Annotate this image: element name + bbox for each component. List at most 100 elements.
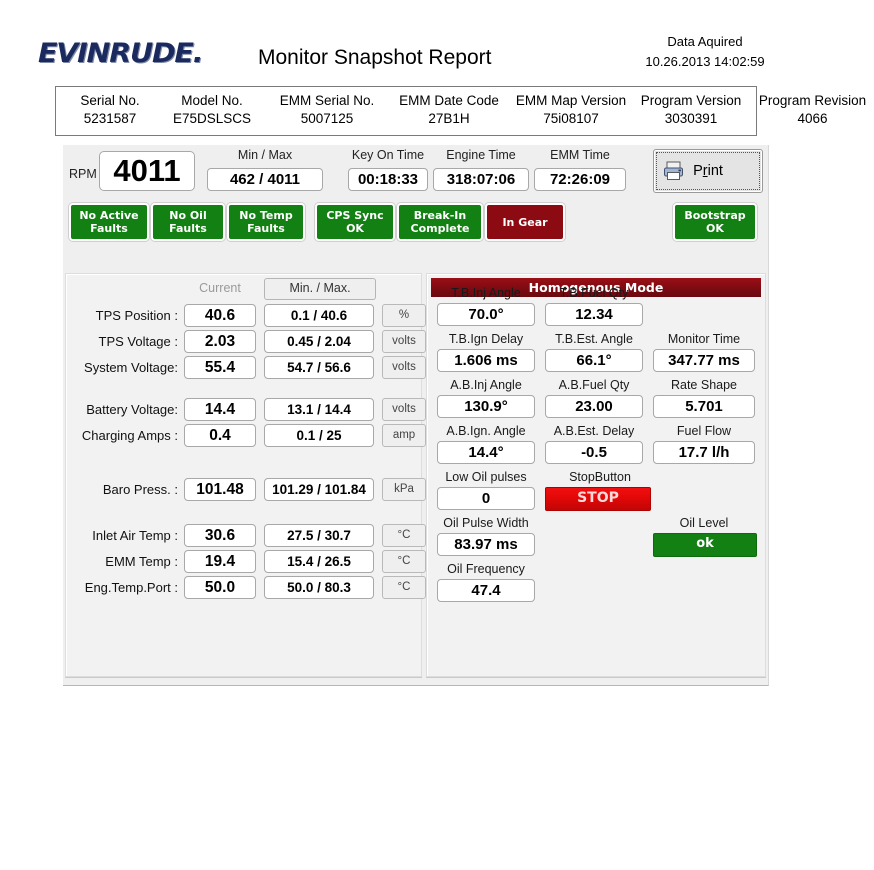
status-button-label: Bootstrap OK [684, 209, 745, 235]
mode-field-caption: Oil Frequency [447, 562, 525, 576]
parameter-unit: °C [382, 550, 426, 573]
status-button-label: No Active Faults [79, 209, 138, 235]
mode-field-value: 130.9° [437, 395, 535, 418]
parameter-unit: % [382, 304, 426, 327]
emm-time-caption: EMM Time [550, 148, 610, 162]
status-button-line2: Faults [247, 222, 285, 235]
status-button-line1: Bootstrap [684, 209, 746, 222]
parameter-minmax-value: 13.1 / 14.4 [264, 398, 374, 421]
status-button-label: No Oil Faults [169, 209, 207, 235]
status-button-line2: Faults [169, 222, 207, 235]
report-page: EVINRUDE. Monitor Snapshot Report Data A… [30, 20, 866, 700]
status-button-bootstrap[interactable]: Bootstrap OK [673, 203, 757, 241]
parameter-row: TPS Position : 40.6 0.1 / 40.6% [66, 304, 426, 329]
serial-column-value: 5007125 [300, 111, 354, 126]
status-button-label: Break-In Complete [411, 209, 470, 235]
parameter-minmax-value: 15.4 / 26.5 [264, 550, 374, 573]
mode-field-value: 14.4° [437, 441, 535, 464]
parameter-unit: kPa [382, 478, 426, 501]
mode-field-caption: Fuel Flow [676, 424, 732, 438]
stop-button[interactable]: STOP [545, 487, 651, 511]
mode-field-caption: T.B.Est. Angle [555, 332, 633, 346]
parameter-row: TPS Voltage : 2.03 0.45 / 2.04 volts [66, 330, 426, 355]
engine-parameters-panel: Current Min. / Max. TPS Position : 40.6 0.… [65, 273, 426, 677]
serial-column: EMM Date Code 27B1H [388, 87, 510, 135]
serial-column-label: EMM Date Code [399, 93, 499, 108]
serial-column-label: Serial No. [80, 93, 140, 108]
parameter-unit: °C [382, 576, 426, 599]
minmax-column-header[interactable]: Min. / Max. [264, 278, 376, 300]
parameter-unit: volts [382, 398, 426, 421]
parameter-row: Charging Amps : 0.4 0.1 / 25 amp [66, 424, 426, 449]
mode-field-caption: T.B.Inj Angle [451, 286, 521, 300]
status-button-line2: OK [706, 222, 724, 235]
status-button-in-gear[interactable]: In Gear [485, 203, 565, 241]
serial-column-label: Program Revision [758, 93, 867, 108]
mode-field-value: 17.7 l/h [653, 441, 755, 464]
parameter-unit: amp [382, 424, 426, 447]
serial-column-label: Model No. [181, 93, 243, 108]
serial-column: Program Revision 4066 [750, 87, 874, 135]
parameter-minmax-value: 0.1 / 25 [264, 424, 374, 447]
parameter-minmax-value: 0.45 / 2.04 [264, 330, 374, 353]
parameter-row: EMM Temp : 19.4 15.4 / 26.5 °C [66, 550, 426, 575]
parameter-row: Eng.Temp.Port : 50.0 50.0 / 80.3 °C [66, 576, 426, 601]
rpm-label: RPM [69, 167, 97, 181]
status-button-break-in[interactable]: Break-In Complete [397, 203, 483, 241]
serial-column: EMM Map Version 75i08107 [510, 87, 632, 135]
status-button-line1: No Temp [239, 209, 293, 222]
parameter-current-value: 101.48 [184, 478, 256, 501]
status-button-label: CPS Sync OK [326, 209, 383, 235]
status-button-line1: Break-In [413, 209, 467, 222]
page-title: Monitor Snapshot Report [258, 46, 492, 69]
status-button-line2: Complete [410, 222, 470, 235]
mode-field-value: 0 [437, 487, 535, 510]
mode-field-value: 1.606 ms [437, 349, 535, 372]
print-button-label: Print [693, 163, 723, 179]
data-acquired-value: 10.26.2013 14:02:59 [645, 54, 765, 69]
parameter-row: System Voltage: 55.4 54.7 / 56.6 volts [66, 356, 426, 381]
mode-field-caption: Monitor Time [667, 332, 741, 346]
status-button-line1: No Oil [169, 209, 207, 222]
parameter-current-value: 55.4 [184, 356, 256, 379]
engine-time-value: 318:07:06 [433, 168, 529, 191]
mode-field-value: 347.77 ms [653, 349, 755, 372]
serial-column: Model No. E75DSLSCS [158, 87, 266, 135]
mode-field-caption: A.B.Ign. Angle [446, 424, 526, 438]
serial-column: Serial No. 5231587 [62, 87, 158, 135]
current-column-header: Current [199, 281, 241, 295]
oil-level-status-badge: ok [653, 533, 757, 557]
monitor-body: RPM 4011 Min / Max 462 / 4011 Key On Tim… [63, 145, 769, 686]
mode-field-value: 12.34 [545, 303, 643, 326]
parameter-label: TPS Position : [95, 308, 178, 323]
serial-column-label: Program Version [640, 93, 742, 108]
parameter-minmax-value: 27.5 / 30.7 [264, 524, 374, 547]
status-button-no-oil-faults[interactable]: No Oil Faults [151, 203, 225, 241]
status-button-no-temp-faults[interactable]: No Temp Faults [227, 203, 305, 241]
mode-field-value: 23.00 [545, 395, 643, 418]
key-on-time-caption: Key On Time [351, 148, 425, 162]
status-button-label: No Temp Faults [239, 209, 292, 235]
parameter-current-value: 0.4 [184, 424, 256, 447]
mode-field-caption: A.B.Fuel Qty [558, 378, 630, 392]
status-button-line1: In Gear [502, 215, 548, 229]
serial-column: Program Version 3030391 [632, 87, 750, 135]
status-button-line2: Faults [90, 222, 128, 235]
mode-field-value: 83.97 ms [437, 533, 535, 556]
rpm-minmax-value: 462 / 4011 [207, 168, 323, 191]
status-button-no-active-faults[interactable]: No Active Faults [69, 203, 149, 241]
status-button-cps-sync[interactable]: CPS Sync OK [315, 203, 395, 241]
serial-info-grid: Serial No. 5231587 Model No. E75DSLSCS EMM S… [56, 87, 866, 135]
stop-button-caption: StopButton [569, 470, 631, 484]
mode-field-caption: T.B.Fuel Qty [559, 286, 629, 300]
mode-field-value: 66.1° [545, 349, 643, 372]
parameter-label: System Voltage: [84, 360, 178, 375]
oil-level-caption: Oil Level [679, 516, 729, 530]
printer-icon [662, 159, 686, 188]
serial-column-value: 27B1H [428, 111, 470, 126]
print-button[interactable]: Print [653, 149, 763, 193]
rpm-value: 4011 [99, 151, 195, 191]
mode-field-value: 70.0° [437, 303, 535, 326]
parameter-current-value: 19.4 [184, 550, 256, 573]
data-panes: Current Min. / Max. TPS Position : 40.6 0.… [63, 273, 768, 685]
